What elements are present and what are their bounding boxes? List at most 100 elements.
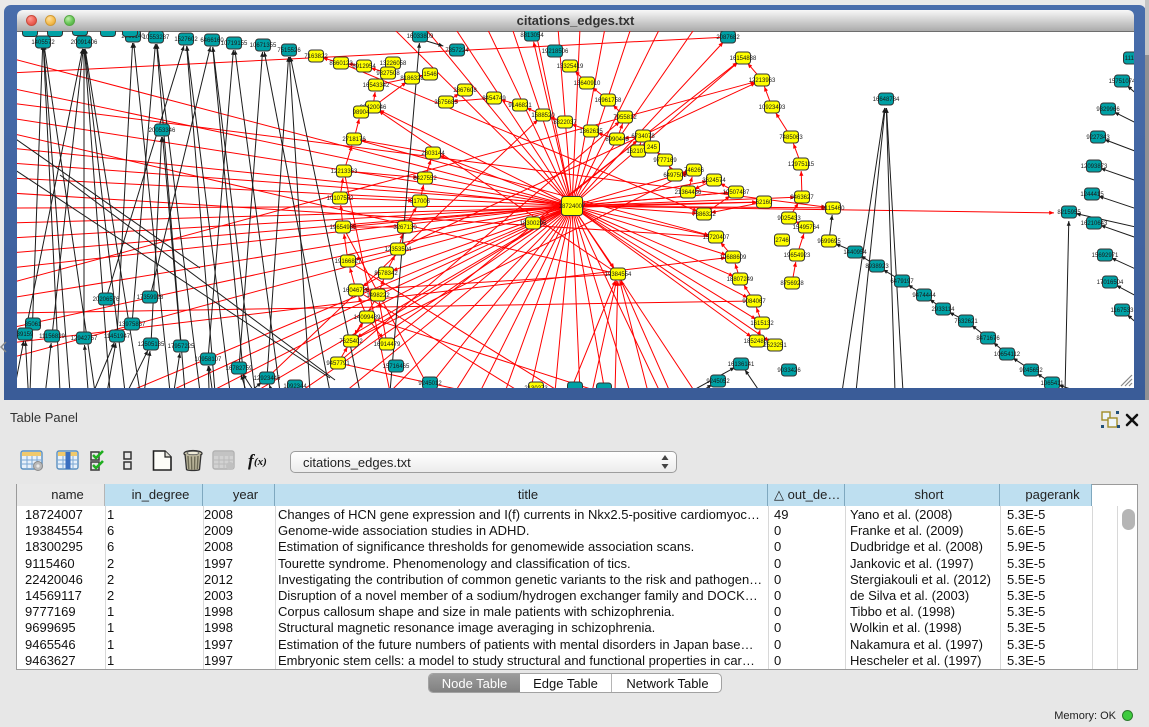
svg-text:10923493: 10923493 [759, 105, 786, 111]
svg-text:98904: 98904 [353, 110, 370, 116]
svg-text:62160: 62160 [756, 200, 773, 206]
svg-text:12213363: 12213363 [331, 169, 358, 175]
svg-text:9329966: 9329966 [1096, 107, 1120, 113]
svg-text:13975857: 13975857 [119, 322, 146, 328]
svg-text:7357224: 7357224 [445, 48, 469, 54]
svg-text:16154838: 16154838 [730, 56, 757, 62]
svg-text:1440954: 1440954 [843, 250, 867, 256]
svg-text:10719155: 10719155 [221, 41, 248, 47]
svg-text:14099489: 14099489 [354, 315, 381, 321]
svg-text:16914479: 16914479 [374, 342, 401, 348]
svg-text:2803144: 2803144 [421, 151, 445, 157]
svg-text:2746: 2746 [775, 238, 789, 244]
svg-text:85061: 85061 [25, 322, 42, 328]
svg-text:10107552: 10107552 [327, 196, 354, 202]
svg-text:1588520: 1588520 [531, 113, 555, 119]
svg-text:19166827: 19166827 [335, 259, 362, 265]
svg-text:11451947: 11451947 [104, 334, 131, 340]
svg-text:18300295: 18300295 [520, 221, 547, 227]
svg-text:1615132: 1615132 [750, 321, 774, 327]
svg-text:19654923: 19654923 [784, 253, 811, 259]
svg-text:9146821: 9146821 [508, 103, 532, 109]
svg-text:10688609: 10688609 [720, 255, 747, 261]
svg-text:8186328: 8186328 [400, 76, 424, 82]
svg-text:12093873: 12093873 [1081, 164, 1108, 170]
svg-text:12353594: 12353594 [385, 247, 412, 253]
svg-text:15716465: 15716465 [383, 364, 410, 370]
svg-text:7955812: 7955812 [613, 115, 637, 121]
svg-text:19218506: 19218506 [542, 49, 569, 55]
svg-text:2933114: 2933114 [932, 307, 956, 313]
svg-text:8454749: 8454749 [482, 96, 506, 102]
svg-text:10553287: 10553287 [143, 35, 170, 41]
svg-text:9699695: 9699695 [817, 239, 841, 245]
svg-text:9227343: 9227343 [1086, 135, 1110, 141]
svg-text:3267130: 3267130 [393, 225, 417, 231]
svg-text:8578342: 8578342 [374, 271, 398, 277]
svg-text:16543342: 16543342 [363, 83, 390, 89]
svg-text:13325419: 13325419 [557, 64, 584, 70]
svg-text:1527602: 1527602 [174, 37, 198, 43]
svg-text:16961758: 16961758 [595, 98, 622, 104]
svg-text:20206576: 20206576 [93, 297, 120, 303]
svg-text:13640910: 13640910 [574, 81, 601, 87]
svg-text:1244415: 1244415 [1080, 192, 1104, 198]
svg-text:8427552: 8427552 [413, 176, 437, 182]
svg-text:16210643: 16210643 [1081, 221, 1108, 227]
svg-text:12213963: 12213963 [749, 78, 776, 84]
svg-text:18807249: 18807249 [727, 277, 754, 283]
svg-text:20053346: 20053346 [149, 128, 176, 134]
svg-text:3624574: 3624574 [702, 178, 726, 184]
svg-text:3675685: 3675685 [434, 100, 458, 106]
svg-text:9463627: 9463627 [790, 195, 814, 201]
svg-text:7386322: 7386322 [692, 212, 716, 218]
svg-text:1362615: 1362615 [579, 129, 603, 135]
svg-text:317006: 317006 [410, 199, 431, 205]
svg-text:6479197: 6479197 [890, 279, 914, 285]
svg-text:1405572: 1405572 [31, 40, 55, 46]
svg-text:10507487: 10507487 [723, 190, 750, 196]
svg-text:9115460: 9115460 [822, 206, 846, 212]
svg-text:15720407: 15720407 [703, 235, 730, 241]
svg-text:9457791: 9457791 [326, 361, 350, 367]
svg-text:1065411: 1065411 [1041, 381, 1065, 387]
svg-text:15692971: 15692971 [1092, 253, 1119, 259]
svg-text:7632621: 7632621 [954, 319, 978, 325]
svg-text:9084067: 9084067 [742, 299, 766, 305]
svg-text:11156829: 11156829 [39, 334, 65, 340]
svg-text:17957225: 17957225 [168, 344, 195, 350]
svg-text:17016504: 17016504 [1097, 280, 1124, 286]
svg-text:16782759: 16782759 [226, 366, 253, 372]
svg-text:10671355: 10671355 [250, 43, 277, 49]
svg-text:2130273: 2130273 [524, 386, 548, 388]
svg-text:17359928: 17359928 [137, 295, 164, 301]
svg-text:10654112: 10654112 [994, 352, 1021, 358]
svg-text:19384554: 19384554 [605, 272, 632, 278]
svg-text:9245012: 9245012 [418, 381, 442, 387]
svg-text:12505135: 12505135 [138, 342, 165, 348]
svg-text:8215955: 8215955 [1057, 210, 1081, 216]
svg-text:9474444: 9474444 [912, 293, 936, 299]
svg-text:8322037: 8322037 [553, 120, 577, 126]
svg-text:2718176: 2718176 [342, 137, 366, 143]
svg-text:8756928: 8756928 [780, 281, 804, 287]
svg-text:16136141: 16136141 [728, 362, 755, 368]
svg-text:8471676: 8471676 [976, 336, 1000, 342]
svg-text:746266: 746266 [684, 168, 705, 174]
svg-text:16033809: 16033809 [407, 34, 434, 40]
svg-text:15495764: 15495764 [793, 225, 820, 231]
svg-text:2523251: 2523251 [763, 343, 787, 349]
svg-text:6734078: 6734078 [631, 134, 655, 140]
svg-text:(x): (x) [254, 456, 267, 468]
svg-text:12975115: 12975115 [788, 162, 815, 168]
svg-text:8660123: 8660123 [329, 61, 353, 67]
svg-text:1546: 1546 [423, 72, 437, 78]
svg-text:12923446: 12923446 [254, 376, 281, 382]
svg-text:12942757: 12942757 [71, 336, 98, 342]
svg-text:7625402: 7625402 [339, 339, 363, 345]
svg-text:13226058: 13226058 [380, 61, 407, 67]
svg-text:1167533: 1167533 [1111, 308, 1134, 314]
svg-text:7485063: 7485063 [779, 135, 803, 141]
svg-text:21364436: 21364436 [675, 190, 702, 196]
svg-text:245: 245 [647, 145, 658, 151]
